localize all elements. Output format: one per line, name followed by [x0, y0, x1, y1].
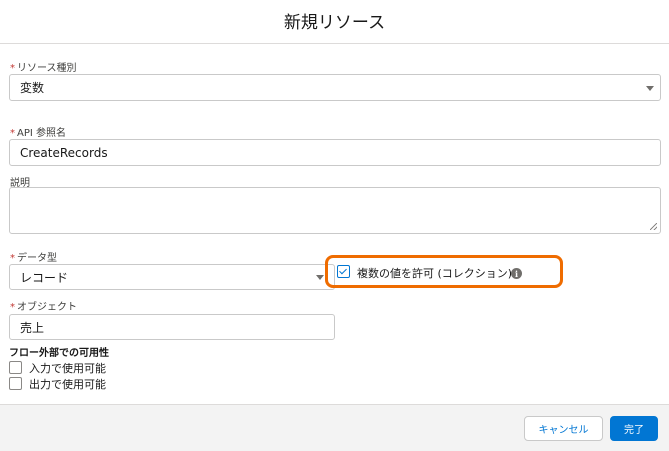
data-type-value: レコード [20, 270, 69, 285]
new-resource-modal: 新規リソース * リソース種別 変数 * API 参照名 CreateRecords… [0, 0, 669, 451]
chevron-down-icon [316, 275, 324, 280]
data-type-select[interactable]: レコード [9, 264, 335, 290]
object-label: * オブジェクト [10, 298, 77, 313]
cancel-button[interactable]: キャンセル [524, 416, 603, 441]
allow-multiple-checkbox[interactable] [337, 265, 350, 278]
availability-title: フロー外部での可用性 [9, 348, 109, 359]
required-marker: * [10, 302, 15, 313]
description-textarea[interactable] [9, 187, 661, 234]
api-name-input[interactable]: CreateRecords [9, 139, 661, 166]
input-available-checkbox[interactable] [9, 361, 22, 374]
resource-type-value: 変数 [20, 81, 45, 95]
required-marker: * [10, 128, 15, 139]
info-icon[interactable]: i [511, 268, 522, 279]
resource-type-label: * リソース種別 [10, 59, 77, 74]
output-available-checkbox[interactable] [9, 377, 22, 390]
data-type-label-text: データ型 [17, 253, 57, 264]
allow-multiple-label: 複数の値を許可 (コレクション) [357, 267, 513, 280]
required-marker: * [10, 253, 15, 264]
chevron-down-icon [646, 86, 654, 91]
done-button[interactable]: 完了 [610, 416, 658, 441]
object-input[interactable]: 売上 [9, 314, 335, 340]
object-label-text: オブジェクト [17, 302, 77, 313]
resize-handle-icon[interactable] [650, 223, 657, 230]
checkmark-icon [339, 266, 347, 275]
input-available-label: 入力で使用可能 [29, 362, 106, 375]
required-marker: * [10, 63, 15, 74]
resource-type-label-text: リソース種別 [17, 63, 77, 74]
resource-type-select[interactable]: 変数 [9, 74, 661, 101]
api-name-label: * API 参照名 [10, 124, 66, 139]
modal-title: 新規リソース [283, 12, 386, 33]
api-name-value: CreateRecords [20, 145, 108, 160]
data-type-label: * データ型 [10, 249, 57, 264]
modal-footer: キャンセル 完了 [0, 404, 669, 451]
modal-header: 新規リソース [0, 0, 669, 44]
output-available-label: 出力で使用可能 [29, 378, 106, 391]
object-value: 売上 [20, 320, 45, 335]
api-name-label-text: API 参照名 [17, 128, 66, 139]
